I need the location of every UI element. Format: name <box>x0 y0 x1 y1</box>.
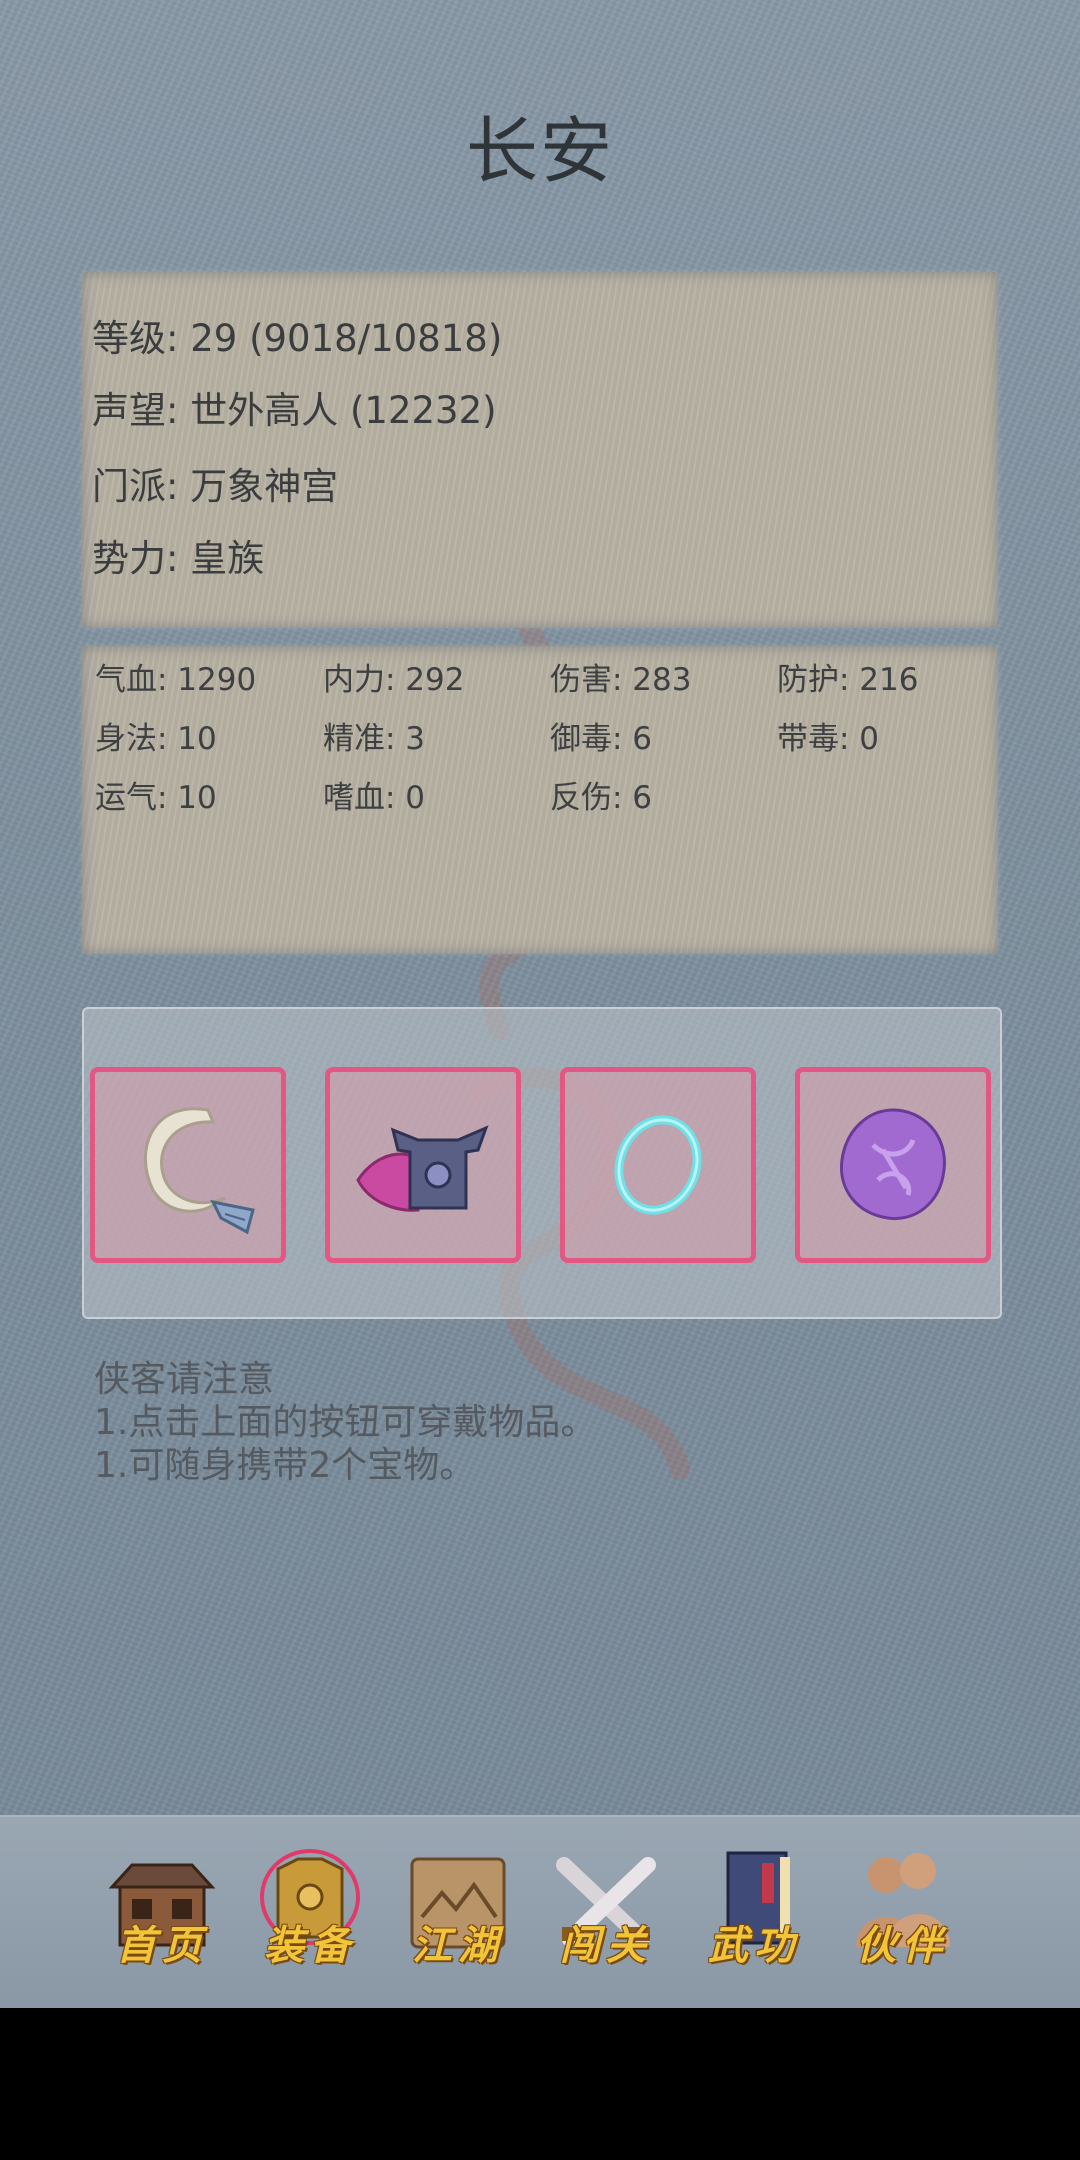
nav-jianghu[interactable]: 江湖 <box>388 1847 528 1987</box>
stat-poison-resist: 御毒: 6 <box>550 721 653 757</box>
armor-icon <box>356 1125 489 1212</box>
nav-martial-arts[interactable]: 武功 <box>684 1847 824 1987</box>
notice-line-2: 1.可随身携带2个宝物。 <box>94 1445 476 1486</box>
nav-home-label: 首页 <box>116 1922 208 1969</box>
equip-slot-ring[interactable] <box>560 1067 756 1263</box>
stat-agility: 身法: 10 <box>95 721 217 757</box>
notice-text: 侠客请注意 1.点击上面的按钮可穿戴物品。 1.可随身携带2个宝物。 <box>94 1358 596 1487</box>
bottom-nav: 首页 装备 江湖 闯关 武功 伙伴 <box>0 1815 1080 2010</box>
notice-heading: 侠客请注意 <box>94 1359 275 1400</box>
nav-companions[interactable]: 伙伴 <box>832 1847 972 1987</box>
faction-text: 势力: 皇族 <box>92 537 265 580</box>
sect-text: 门派: 万象神宫 <box>92 465 339 508</box>
stat-lifesteal: 嗜血: 0 <box>323 780 426 816</box>
stat-luck: 运气: 10 <box>95 780 217 816</box>
jade-ring-icon <box>614 1115 702 1215</box>
equip-slot-treasure[interactable] <box>795 1067 991 1263</box>
nav-equipment[interactable]: 装备 <box>240 1847 380 1987</box>
purple-amulet-icon <box>840 1108 946 1221</box>
equip-slot-armor[interactable] <box>325 1067 521 1263</box>
nav-challenge[interactable]: 闯关 <box>536 1847 676 1987</box>
stat-poison: 带毒: 0 <box>777 721 880 757</box>
notice-line-1: 1.点击上面的按钮可穿戴物品。 <box>94 1402 597 1443</box>
system-bottom-bar <box>0 2008 1080 2160</box>
stat-hp: 气血: 1290 <box>95 662 257 698</box>
attribute-stats-panel: 气血: 1290 内力: 292 伤害: 283 防护: 216 身法: 10 … <box>82 646 998 954</box>
nav-jianghu-label: 江湖 <box>412 1922 504 1969</box>
stat-damage: 伤害: 283 <box>550 662 692 698</box>
equip-slot-weapon[interactable] <box>90 1067 286 1263</box>
nav-martial-arts-label: 武功 <box>708 1922 800 1969</box>
character-info-panel: 等级: 29 (9018/10818) 声望: 世外高人 (12232) 门派:… <box>82 272 998 628</box>
nav-companions-label: 伙伴 <box>856 1922 948 1969</box>
nav-challenge-label: 闯关 <box>560 1922 652 1969</box>
nav-home[interactable]: 首页 <box>92 1847 232 1987</box>
stat-accuracy: 精准: 3 <box>323 721 426 757</box>
hook-blade-icon <box>143 1107 255 1235</box>
level-text: 等级: 29 (9018/10818) <box>92 317 503 360</box>
stat-reflect: 反伤: 6 <box>550 780 653 816</box>
game-screen: 长安 等级: 29 (9018/10818) 声望: 世外高人 (12232) … <box>0 0 1080 2010</box>
location-title: 长安 <box>465 109 614 193</box>
nav-equipment-label: 装备 <box>264 1922 356 1969</box>
stat-defense: 防护: 216 <box>777 662 919 698</box>
stat-inner-power: 内力: 292 <box>323 662 465 698</box>
reputation-text: 声望: 世外高人 (12232) <box>92 389 497 432</box>
equipment-slots <box>82 1007 1002 1319</box>
